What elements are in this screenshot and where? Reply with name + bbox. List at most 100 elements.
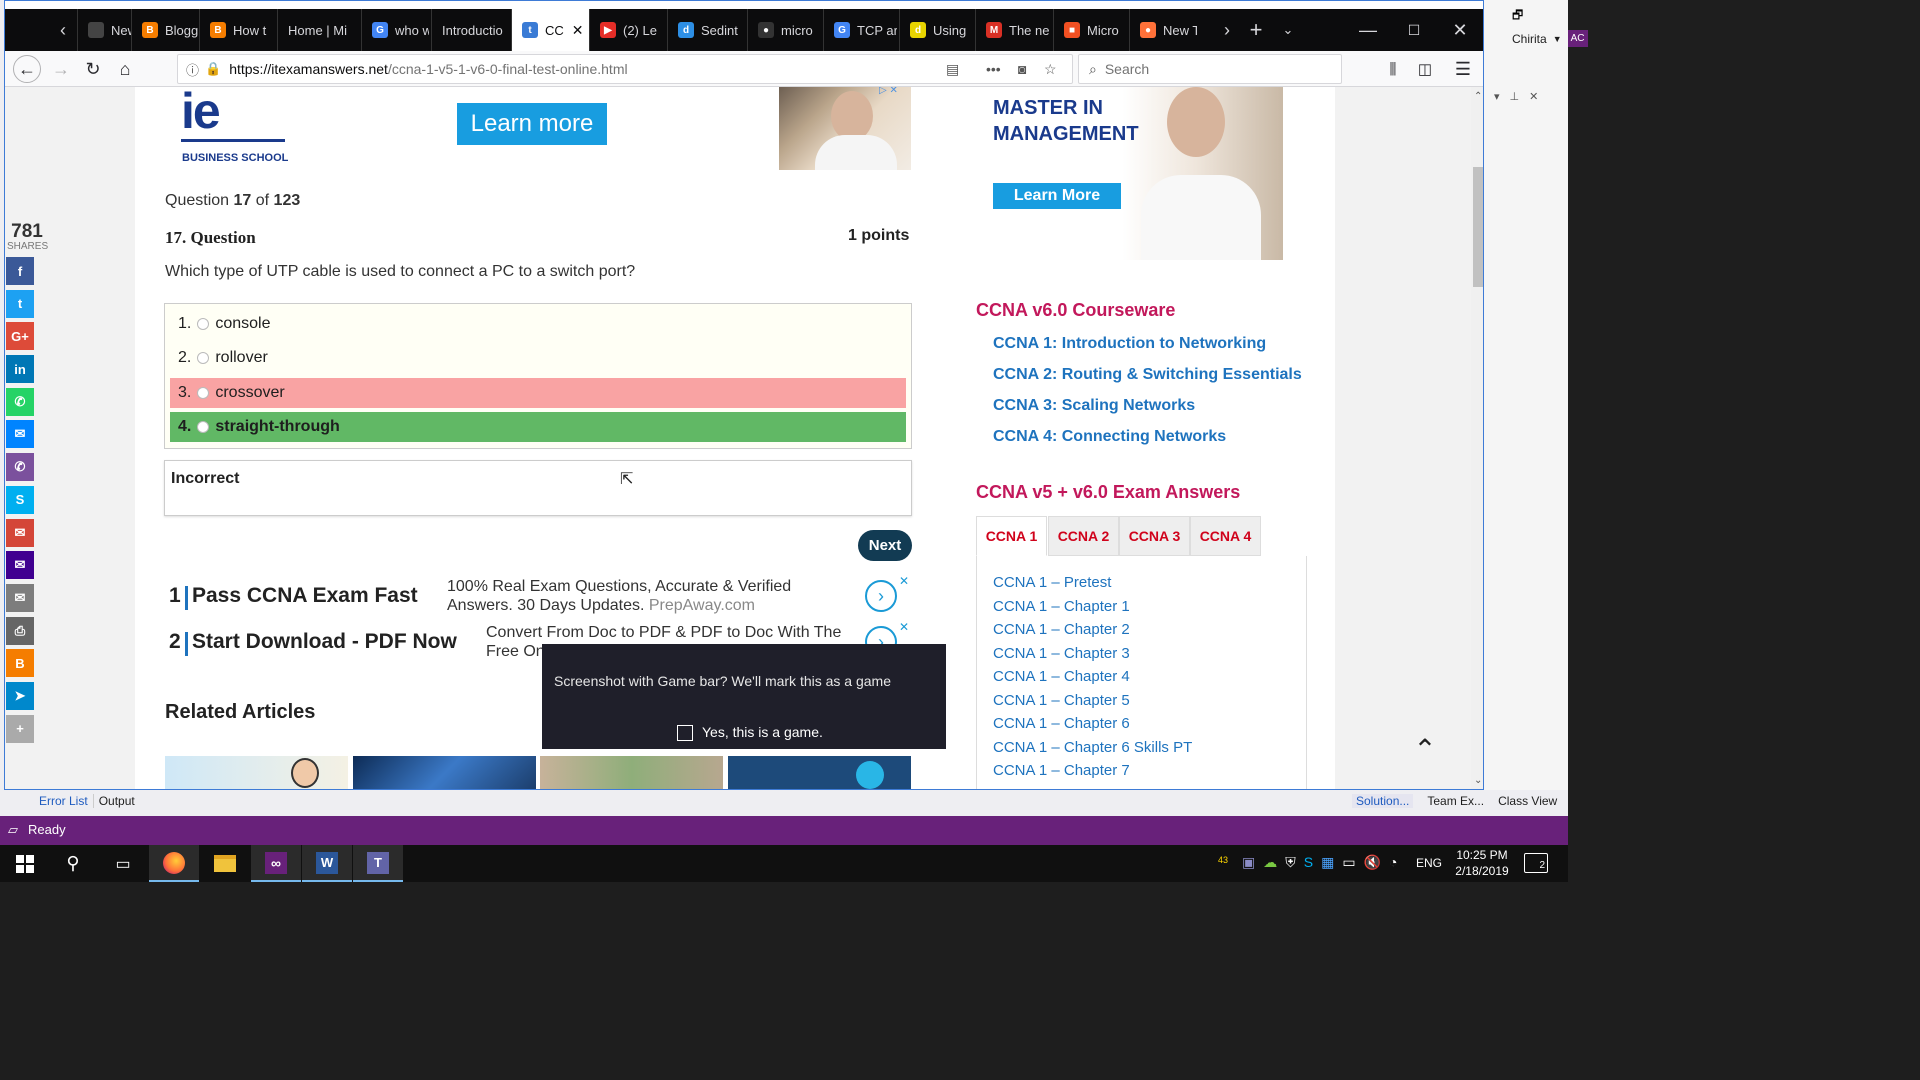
- radio-button[interactable]: [197, 387, 210, 399]
- chevron-down-icon[interactable]: ▼: [1553, 34, 1562, 44]
- pocket-icon[interactable]: ◙: [1018, 61, 1026, 77]
- library-icon[interactable]: ⫼: [1379, 55, 1407, 83]
- ad-title[interactable]: Start Download - PDF Now: [192, 630, 457, 654]
- scroll-up-icon[interactable]: ⌃: [1474, 91, 1482, 102]
- network-tray-icon[interactable]: ▦: [1321, 854, 1334, 871]
- courseware-link[interactable]: CCNA 3: Scaling Networks: [993, 397, 1195, 415]
- teams-tray-icon[interactable]: ▣: [1242, 854, 1255, 871]
- share-google-plus-icon[interactable]: G+: [6, 322, 34, 351]
- courseware-link[interactable]: CCNA 2: Routing & Switching Essentials: [993, 366, 1302, 384]
- close-icon[interactable]: ✕: [1529, 90, 1538, 103]
- page-scrollbar[interactable]: ⌃ ⌄: [1471, 87, 1483, 789]
- chapter-link[interactable]: CCNA 1 – Chapter 6: [993, 715, 1130, 732]
- class-view-tab[interactable]: Class View: [1498, 794, 1557, 808]
- scroll-down-icon[interactable]: ⌄: [1474, 775, 1482, 786]
- courseware-link[interactable]: CCNA 4: Connecting Networks: [993, 428, 1226, 446]
- pin-icon[interactable]: ⊥: [1510, 90, 1520, 103]
- browser-tab[interactable]: ▶ (2) Le: [589, 9, 665, 51]
- share-yahoo-mail-icon[interactable]: ✉: [6, 551, 34, 580]
- browser-tab[interactable]: M The ne: [975, 9, 1051, 51]
- back-icon[interactable]: ←: [13, 55, 41, 83]
- share-telegram-icon[interactable]: ➤: [6, 681, 34, 710]
- courseware-link[interactable]: CCNA 1: Introduction to Networking: [993, 335, 1266, 353]
- browser-tab[interactable]: B Blogg: [131, 9, 201, 51]
- task-view-icon[interactable]: ▭: [98, 845, 148, 882]
- share-facebook-icon[interactable]: f: [6, 257, 34, 285]
- ad-title[interactable]: Pass CCNA Exam Fast: [192, 584, 418, 608]
- chapter-link[interactable]: CCNA 1 – Pretest: [993, 574, 1111, 591]
- skype-tray-icon[interactable]: S: [1304, 854, 1313, 871]
- side-learn-more-button[interactable]: Learn More: [993, 183, 1121, 209]
- chapter-link[interactable]: CCNA 1 – Chapter 5: [993, 692, 1130, 709]
- visual-studio-taskbar-icon[interactable]: ∞: [251, 845, 301, 882]
- browser-tab[interactable]: Introductio: [431, 9, 509, 51]
- browser-tab[interactable]: Gwho w: [361, 9, 429, 51]
- side-advertisement[interactable]: MASTER IN MANAGEMENT Learn More: [991, 87, 1283, 260]
- dropdown-icon[interactable]: ▾: [1494, 90, 1500, 103]
- start-icon[interactable]: [0, 845, 50, 882]
- scrollbar-thumb[interactable]: [1473, 167, 1483, 287]
- related-article-thumb-1[interactable]: [165, 756, 348, 789]
- tabs-scroll-left-icon[interactable]: ‹: [49, 9, 77, 51]
- battery-tray-icon[interactable]: ▭: [1342, 854, 1355, 871]
- share-skype-icon[interactable]: S: [6, 485, 34, 514]
- file-explorer-taskbar-icon[interactable]: [200, 845, 250, 882]
- ad-close-icon[interactable]: ✕: [899, 620, 909, 634]
- share-twitter-icon[interactable]: t: [6, 289, 34, 318]
- share-linkedin-icon[interactable]: in: [6, 355, 34, 384]
- browser-tab[interactable]: d Sedint: [667, 9, 745, 51]
- browser-tab[interactable]: ● New T: [1129, 9, 1197, 51]
- wifi-tray-icon[interactable]: ◔: [1389, 854, 1397, 871]
- share-print-icon[interactable]: ⎙: [6, 616, 34, 645]
- chapter-link[interactable]: CCNA 1 – Chapter 6 Skills PT: [993, 739, 1192, 756]
- answer-option[interactable]: 1. console: [170, 309, 906, 339]
- chapter-link[interactable]: CCNA 1 – Chapter 4: [993, 668, 1130, 685]
- radio-button[interactable]: [197, 421, 210, 433]
- browser-tab[interactable]: Home | Mi: [277, 9, 355, 51]
- top-advertisement[interactable]: ie BUSINESS SCHOOL Learn more ▷ ✕: [165, 87, 911, 170]
- minimize-icon[interactable]: —: [1345, 9, 1391, 51]
- bookmark-star-icon[interactable]: ☆: [1044, 61, 1057, 78]
- output-tab[interactable]: Output: [94, 794, 140, 808]
- radio-button[interactable]: [197, 318, 210, 330]
- search-input[interactable]: ⌕ Search: [1078, 54, 1342, 84]
- ad-close-icon[interactable]: ✕: [899, 574, 909, 588]
- next-button[interactable]: Next: [858, 530, 912, 561]
- menu-icon[interactable]: ☰: [1449, 55, 1477, 83]
- sidebar-icon[interactable]: ◫: [1411, 55, 1439, 83]
- list-tabs-icon[interactable]: ⌄: [1273, 9, 1303, 51]
- tabs-scroll-right-icon[interactable]: ›: [1213, 9, 1241, 51]
- share-more-icon[interactable]: +: [6, 714, 34, 743]
- clock[interactable]: 10:25 PM 2/18/2019: [1452, 847, 1512, 879]
- url-bar[interactable]: ⓘ 🔒 https://itexamanswers.net/ccna-1-v5-…: [177, 54, 1073, 84]
- related-article-thumb-3[interactable]: [540, 756, 723, 789]
- browser-tab[interactable]: New T: [77, 9, 131, 51]
- chapter-link[interactable]: CCNA 1 – Chapter 7: [993, 762, 1130, 779]
- action-center-icon[interactable]: 2: [1524, 853, 1548, 873]
- vs-user-avatar[interactable]: AC: [1567, 30, 1588, 47]
- maximize-icon[interactable]: ☐: [1391, 9, 1437, 51]
- share-whatsapp-icon[interactable]: ✆: [6, 387, 34, 416]
- share-viber-icon[interactable]: ✆: [6, 453, 34, 482]
- reader-view-icon[interactable]: ▤: [946, 61, 959, 78]
- learn-more-button[interactable]: Learn more: [457, 103, 607, 145]
- vs-user-name[interactable]: Chirita: [1512, 32, 1547, 46]
- adchoices-icon[interactable]: ▷ ✕: [879, 87, 898, 96]
- onedrive-tray-icon[interactable]: ☁: [1263, 854, 1277, 871]
- chapter-link[interactable]: CCNA 1 – Chapter 3: [993, 645, 1130, 662]
- forward-icon[interactable]: →: [47, 55, 75, 83]
- browser-tab[interactable]: d Using: [899, 9, 973, 51]
- browser-tab[interactable]: ■ Micro: [1053, 9, 1127, 51]
- firefox-taskbar-icon[interactable]: [149, 845, 199, 882]
- browser-tab[interactable]: B How t: [199, 9, 275, 51]
- share-gmail-icon[interactable]: ✉: [6, 518, 34, 547]
- exam-tab[interactable]: CCNA 4: [1190, 516, 1261, 556]
- share-blogger-icon[interactable]: B: [6, 649, 34, 678]
- answer-option[interactable]: 2. rollover: [170, 343, 906, 373]
- team-explorer-tab[interactable]: Team Ex...: [1427, 794, 1484, 808]
- answer-option[interactable]: 4. straight-through: [170, 412, 906, 442]
- search-taskbar-icon[interactable]: ⚲: [48, 845, 98, 882]
- teams-taskbar-icon[interactable]: T: [353, 845, 403, 882]
- exam-tab[interactable]: CCNA 1: [976, 516, 1047, 556]
- reload-icon[interactable]: ↻: [79, 55, 107, 83]
